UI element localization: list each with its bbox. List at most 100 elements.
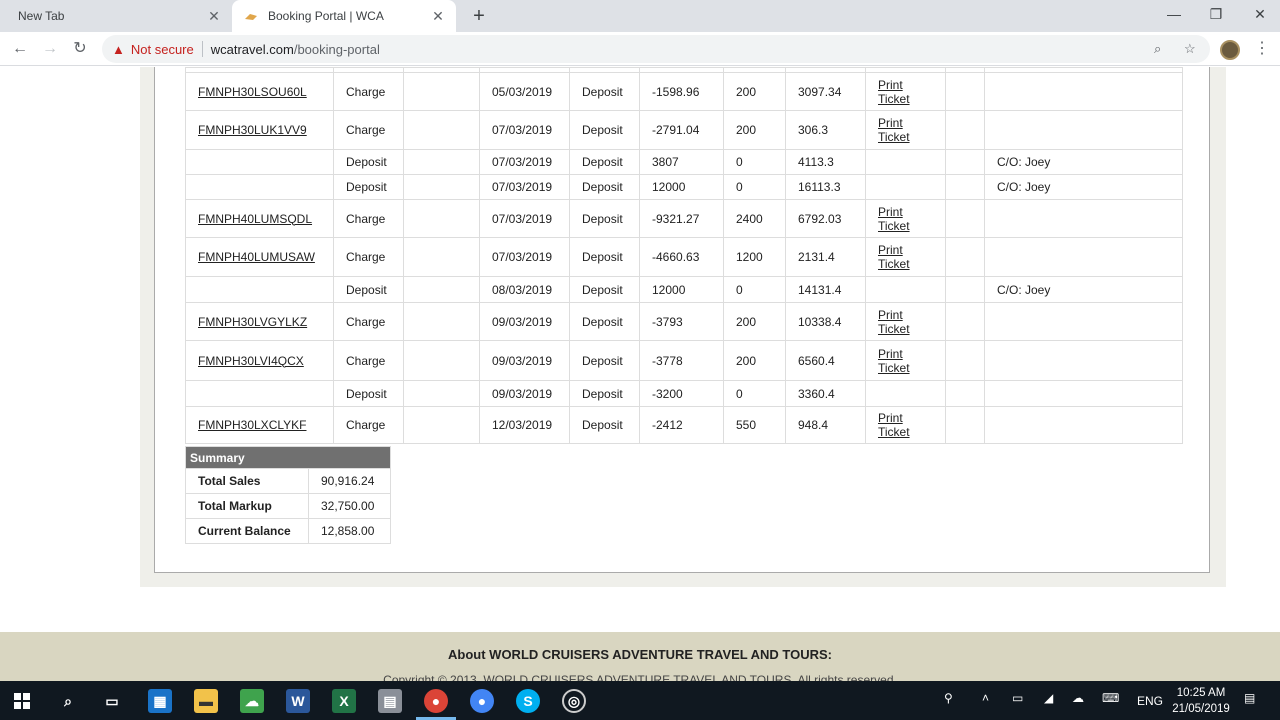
cell-date: 08/03/2019 (479, 276, 570, 303)
cell-ref (185, 174, 334, 200)
summary-row-total-sales: Total Sales 90,916.24 (185, 468, 391, 494)
cell-method: Deposit (569, 276, 640, 303)
summary-row-total-markup: Total Markup 32,750.00 (185, 493, 391, 519)
menu-icon[interactable]: ⋮ (1254, 38, 1270, 58)
table-row: Deposit 07/03/2019 Deposit 12000 0 16113.3 C/O… (185, 174, 1183, 200)
print-ticket-link[interactable]: Print Ticket (878, 411, 910, 439)
ticket-label: Ticket (878, 218, 910, 233)
store-icon[interactable]: ▦ (148, 689, 172, 713)
reload-icon[interactable]: ↻ (68, 38, 92, 60)
print-label: Print (878, 307, 903, 322)
language-indicator[interactable]: ENG (1137, 694, 1163, 708)
booking-ref-link[interactable]: FMNPH30LVGYLKZ (198, 315, 307, 329)
booking-ref-link[interactable]: FMNPH30LSOU60L (198, 85, 307, 99)
cell-print (865, 174, 946, 200)
minimize-button[interactable]: — (1152, 0, 1196, 30)
cell-col10 (945, 149, 985, 175)
app-circle-icon[interactable]: ◎ (562, 689, 586, 713)
notifications-icon[interactable]: ▤ (1244, 691, 1255, 705)
tab-strip: New Tab ✕ Booking Portal | WCA ✕ + — ❐ ✕ (0, 0, 1280, 32)
avatar[interactable] (1220, 40, 1240, 60)
file-explorer-icon[interactable]: ▬ (194, 689, 218, 713)
search-icon[interactable]: ⌕ (56, 689, 80, 713)
cell-col10 (945, 110, 985, 150)
close-tab-icon[interactable]: ✕ (206, 8, 222, 24)
people-icon[interactable]: ⚲ (944, 691, 953, 705)
cell-print (865, 276, 946, 303)
url-text: wcatravel.com/booking-portal (211, 42, 380, 57)
print-ticket-link[interactable]: Print Ticket (878, 116, 910, 144)
booking-ref-link[interactable]: FMNPH30LUK1VV9 (198, 123, 307, 137)
cell-type: Charge (333, 110, 404, 150)
cell-print: Print Ticket (865, 340, 946, 381)
skype-icon[interactable]: S (516, 689, 540, 713)
print-ticket-link[interactable]: Print Ticket (878, 347, 910, 375)
ticket-label: Ticket (878, 91, 910, 106)
cell-balance: 306.3 (785, 110, 866, 150)
summary-label: Total Markup (185, 493, 309, 519)
cell-method: Deposit (569, 72, 640, 111)
task-view-icon[interactable]: ▭ (100, 689, 124, 713)
cell-balance: 6792.03 (785, 199, 866, 238)
tab-new-tab[interactable]: New Tab ✕ (0, 0, 232, 32)
cell-markup: 0 (723, 149, 786, 175)
print-ticket-link[interactable]: Print Ticket (878, 243, 910, 271)
cell-markup: 2400 (723, 199, 786, 238)
table-row: FMNPH30LXCLYKF Charge 12/03/2019 Deposit -24… (185, 406, 1183, 444)
footer: About WORLD CRUISERS ADVENTURE TRAVEL AN… (0, 632, 1280, 681)
excel-icon[interactable]: X (332, 689, 356, 713)
forward-arrow-icon[interactable]: → (38, 38, 62, 60)
print-ticket-link[interactable]: Print Ticket (878, 205, 910, 233)
booking-ref-link[interactable]: FMNPH40LUMUSAW (198, 250, 315, 264)
footer-about: About (448, 647, 486, 662)
clock-date: 21/05/2019 (1172, 703, 1230, 715)
cell-note (984, 302, 1183, 341)
chevron-up-icon[interactable]: ˄ (982, 691, 989, 705)
booking-ref-link[interactable]: FMNPH40LUMSQDL (198, 212, 312, 226)
battery-icon[interactable]: ▭ (1012, 691, 1023, 705)
star-icon[interactable]: ☆ (1184, 41, 1196, 57)
cell-col3 (403, 276, 480, 303)
chrome-alt-icon[interactable]: ● (470, 689, 494, 713)
cell-note (984, 406, 1183, 444)
booking-ref-link[interactable]: FMNPH30LVI4QCX (198, 354, 304, 368)
new-tab-button[interactable]: + (468, 5, 490, 27)
cell-note (984, 237, 1183, 277)
summary-header: Summary (185, 446, 391, 469)
cell-print (865, 380, 946, 407)
summary-value: 12,858.00 (308, 518, 391, 544)
address-bar[interactable]: ▲ Not secure wcatravel.com/booking-porta… (102, 35, 1210, 63)
cell-markup: 200 (723, 110, 786, 150)
chrome-icon[interactable]: ● (424, 689, 448, 713)
clock[interactable]: 10:25 AM 21/05/2019 (1166, 685, 1236, 717)
tab-title: Booking Portal | WCA (268, 9, 384, 23)
cell-col3 (403, 340, 480, 381)
booking-ref-link[interactable]: FMNPH30LXCLYKF (198, 418, 306, 432)
zoom-icon[interactable]: ⌕ (1154, 41, 1161, 57)
close-window-button[interactable]: ✕ (1238, 0, 1280, 30)
close-tab-icon[interactable]: ✕ (430, 8, 446, 24)
summary-row-current-balance: Current Balance 12,858.00 (185, 518, 391, 544)
keyboard-icon[interactable]: ⌨ (1102, 691, 1119, 705)
cell-type: Charge (333, 340, 404, 381)
wifi-icon[interactable]: ◢ (1044, 691, 1053, 705)
windows-start-icon[interactable] (10, 689, 34, 713)
back-arrow-icon[interactable]: ← (8, 38, 32, 60)
app-icon[interactable]: ☁ (240, 689, 264, 713)
cell-amount: -3793 (639, 302, 724, 341)
app-icon[interactable]: ▤ (378, 689, 402, 713)
maximize-button[interactable]: ❐ (1194, 0, 1238, 30)
cell-note (984, 380, 1183, 407)
print-ticket-link[interactable]: Print Ticket (878, 78, 910, 106)
cell-note (984, 72, 1183, 111)
cell-col10 (945, 237, 985, 277)
print-ticket-link[interactable]: Print Ticket (878, 308, 910, 336)
tab-booking-portal[interactable]: Booking Portal | WCA ✕ (232, 0, 456, 32)
warning-icon: ▲ (112, 41, 125, 57)
cell-col10 (945, 302, 985, 341)
footer-title: About WORLD CRUISERS ADVENTURE TRAVEL AN… (0, 647, 1280, 662)
cloud-icon[interactable]: ☁ (1072, 691, 1084, 705)
cell-amount: -3200 (639, 380, 724, 407)
cell-balance: 10338.4 (785, 302, 866, 341)
word-icon[interactable]: W (286, 689, 310, 713)
